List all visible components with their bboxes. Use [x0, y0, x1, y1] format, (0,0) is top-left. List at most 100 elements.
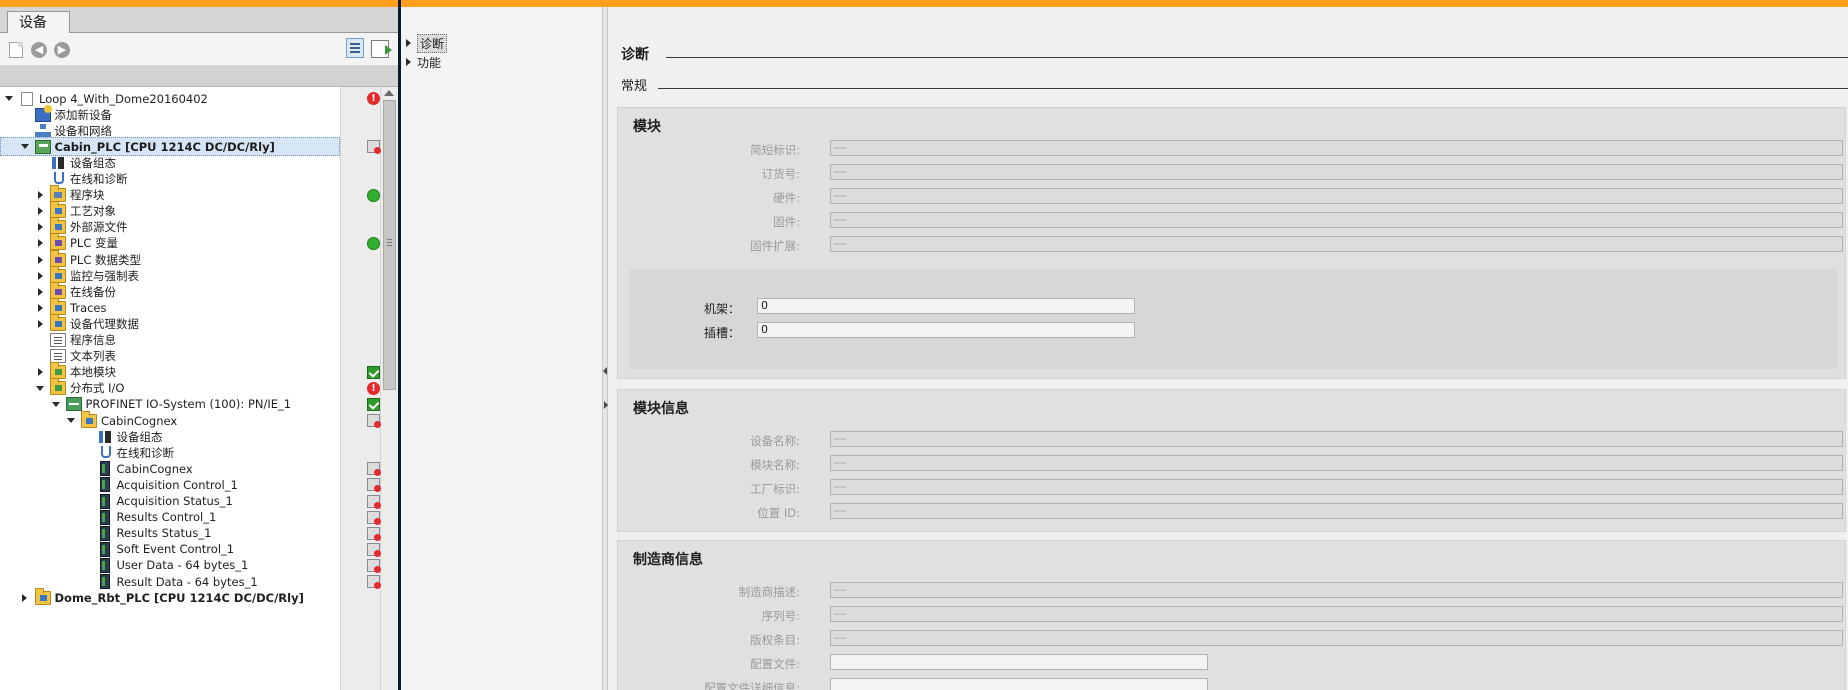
tree-row[interactable]: Dome_Rbt_PLC [CPU 1214C DC/DC/Rly] [0, 587, 398, 607]
expand-arrow-icon[interactable] [34, 205, 46, 217]
tree-row-label: PLC 变量 [70, 236, 119, 251]
overview-view-button[interactable] [346, 38, 364, 58]
expand-arrow-icon[interactable] [34, 302, 46, 314]
slot-label: 插槽： [703, 326, 740, 340]
field-label: 序列号: [761, 609, 800, 623]
group-title-module-info: 模块信息 [633, 401, 689, 417]
title-accent-bar [0, 0, 1848, 7]
rack-slot-box: 机架： 0 插槽： 0 [630, 269, 1837, 369]
expand-arrow-icon[interactable] [19, 592, 31, 604]
profile-details-field[interactable] [830, 678, 1208, 690]
folder-icon [81, 410, 97, 428]
error-status-icon: ! [367, 381, 380, 395]
expander-spacer [34, 157, 46, 169]
plc-folder-icon [50, 281, 66, 299]
tab-devices[interactable]: 设备 [7, 11, 70, 34]
section-rule [666, 57, 1848, 58]
offline-status-icon [367, 494, 381, 509]
field-label: 配置文件详细信息: [704, 681, 800, 690]
expander-spacer [81, 463, 93, 475]
expand-arrow-icon[interactable] [34, 366, 46, 378]
check-status-icon [367, 365, 380, 379]
collapse-arrow-icon[interactable] [3, 93, 15, 105]
collapse-left-icon[interactable] [603, 367, 607, 375]
arrow-left-icon: ◀ [31, 42, 47, 58]
expander-spacer [81, 559, 93, 571]
expand-arrow-icon[interactable] [34, 318, 46, 330]
tree-row-label: 本地模块 [70, 365, 116, 380]
tree-row-label: PLC 数据类型 [70, 252, 142, 267]
expand-arrow-icon[interactable] [34, 221, 46, 233]
tree-column-header [0, 65, 398, 87]
expand-arrow-icon[interactable] [34, 254, 46, 266]
field-label: 版权条目: [750, 633, 800, 647]
tree-row-label: 程序信息 [70, 333, 116, 347]
manufacturer-description-field[interactable]: --- [830, 582, 1843, 598]
firmware-field[interactable]: --- [830, 212, 1843, 228]
error-status-icon: ! [367, 92, 380, 105]
tree-row-label: Acquisition Status_1 [116, 494, 233, 508]
tree-row-label: 设备代理数据 [70, 316, 139, 331]
folder-icon [50, 313, 66, 331]
collapse-arrow-icon[interactable] [50, 398, 62, 410]
expand-arrow-icon[interactable] [34, 286, 46, 298]
expander-spacer [81, 431, 93, 443]
field-label: 模块名称: [750, 458, 800, 472]
collapse-arrow-icon[interactable] [34, 382, 46, 394]
add-device-icon [34, 104, 52, 122]
tree-row-label: 监控与强制表 [70, 268, 139, 283]
hardware-field[interactable]: --- [830, 188, 1843, 204]
location-id-field[interactable]: --- [830, 503, 1843, 519]
tree-row-label: CabinCognex [101, 413, 178, 428]
back-button[interactable]: ◀ [30, 41, 48, 59]
module-icon [99, 541, 110, 557]
copyright-field[interactable]: --- [830, 630, 1843, 646]
expander-spacer [81, 527, 93, 539]
tree-row-label: CabinCognex [116, 461, 193, 476]
tab-strip: 设备 [0, 7, 398, 34]
forward-button[interactable]: ▶ [53, 41, 71, 59]
module-icon [99, 574, 110, 589]
expand-arrow-icon[interactable] [34, 189, 46, 201]
slot-field[interactable]: 0 [757, 322, 1135, 338]
device-config-icon [50, 156, 66, 170]
nav-item-diagnostics[interactable]: 诊断 [406, 33, 448, 53]
plant-id-field[interactable]: --- [830, 479, 1843, 495]
collapse-arrow-icon[interactable] [65, 415, 77, 427]
module-name-field[interactable]: --- [830, 455, 1843, 471]
module-icon [99, 557, 110, 573]
export-icon [371, 40, 392, 58]
short-id-field[interactable]: --- [830, 140, 1843, 156]
expand-arrow-icon [406, 39, 411, 47]
collapse-arrow-icon[interactable] [19, 141, 31, 153]
module-folder-icon [50, 378, 66, 396]
inspector-navigation: 诊断 功能 [401, 7, 603, 690]
tree-row-label: Cabin_PLC [CPU 1214C DC/DC/Rly] [54, 139, 275, 154]
section-rule [658, 88, 1848, 89]
export-button[interactable] [371, 40, 392, 58]
manufacturer-info-group: 制造商信息 制造商描述: --- 序列号: --- 版权条目: --- 配置文件… [617, 540, 1846, 690]
folder-icon [34, 587, 51, 605]
offline-status-icon [367, 478, 381, 493]
order-number-field[interactable]: --- [830, 164, 1843, 180]
device-name-field[interactable]: --- [830, 431, 1843, 447]
rack-field[interactable]: 0 [757, 298, 1135, 314]
field-label: 设备名称: [750, 434, 800, 448]
expand-arrow-icon[interactable] [34, 270, 46, 282]
tree-row-label: 设备和网络 [54, 123, 113, 138]
nav-item-functions[interactable]: 功能 [406, 53, 441, 71]
tree-row-label: 文本列表 [70, 349, 116, 364]
module-icon [99, 461, 110, 477]
firmware-extension-field[interactable]: --- [830, 236, 1843, 252]
offline-status-icon [367, 526, 381, 541]
expander-spacer [81, 495, 93, 507]
profile-field[interactable] [830, 654, 1208, 670]
tree-row-label: 分布式 I/O [70, 381, 125, 396]
module-folder-icon [50, 362, 66, 380]
new-item-button[interactable] [7, 41, 25, 59]
serial-number-field[interactable]: --- [830, 606, 1843, 622]
expander-spacer [19, 125, 31, 137]
expand-arrow-icon[interactable] [34, 237, 46, 249]
module-icon [99, 493, 110, 509]
tree-row-label: 在线和诊断 [116, 445, 175, 460]
